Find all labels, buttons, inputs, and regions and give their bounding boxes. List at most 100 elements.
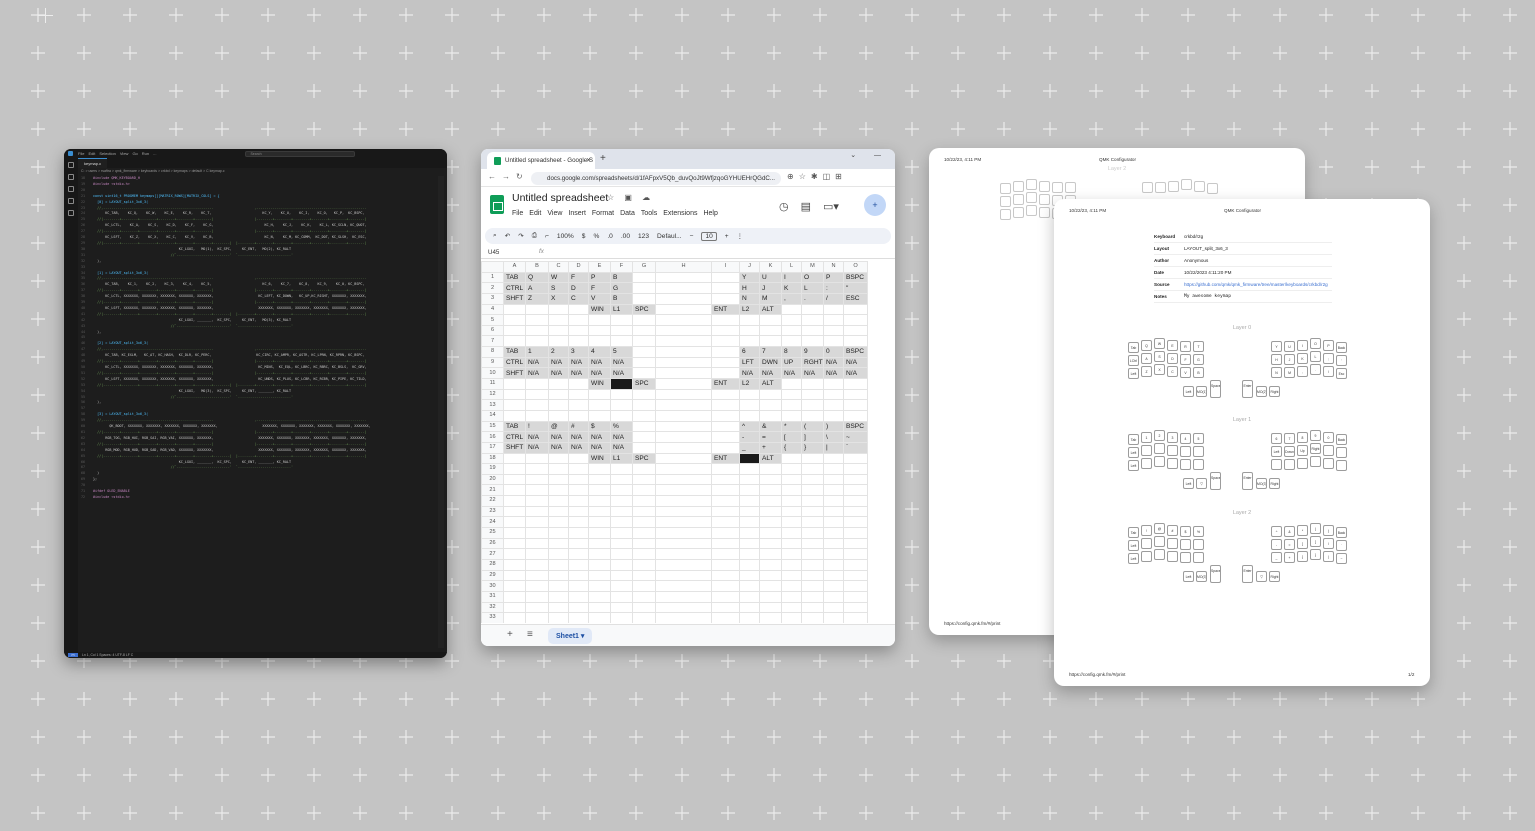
column-header[interactable]: A bbox=[503, 261, 526, 273]
grid-cell[interactable] bbox=[711, 431, 740, 443]
grid-cell[interactable] bbox=[655, 590, 712, 603]
grid-cell[interactable] bbox=[548, 558, 569, 571]
grid-cell[interactable] bbox=[739, 548, 760, 560]
grid-cell[interactable] bbox=[568, 303, 589, 316]
grid-cell[interactable] bbox=[711, 409, 740, 422]
comments-icon[interactable]: ▤ bbox=[801, 200, 811, 213]
grid-cell[interactable] bbox=[632, 335, 656, 348]
grid-cell[interactable] bbox=[525, 378, 549, 390]
grid-cell[interactable] bbox=[632, 314, 656, 326]
grid-cell[interactable]: / bbox=[823, 292, 844, 305]
grid-cell[interactable] bbox=[503, 495, 526, 507]
grid-cell[interactable] bbox=[759, 590, 782, 603]
grid-cell[interactable]: ALT bbox=[759, 303, 782, 316]
grid-cell[interactable] bbox=[823, 537, 844, 550]
grid-cell[interactable]: N/A bbox=[525, 431, 549, 443]
grid-cell[interactable]: G bbox=[610, 282, 633, 294]
grid-cell[interactable]: N/A bbox=[588, 441, 611, 454]
run-debug-icon[interactable] bbox=[68, 198, 74, 204]
grid-cell[interactable] bbox=[548, 516, 569, 528]
grid-cell[interactable] bbox=[632, 292, 656, 305]
browser-tab[interactable]: Untitled spreadsheet - Google S ✕ bbox=[487, 152, 595, 169]
row-header[interactable]: 15 bbox=[481, 420, 504, 433]
grid-cell[interactable] bbox=[568, 601, 589, 614]
grid-cell[interactable] bbox=[655, 484, 712, 497]
grid-cell[interactable]: J bbox=[759, 282, 782, 294]
sheets-menu-view[interactable]: View bbox=[547, 210, 562, 217]
percent-button[interactable]: % bbox=[593, 233, 599, 240]
extension-icons[interactable]: ⊕☆✱◫⊞ bbox=[787, 172, 847, 181]
grid-cell[interactable] bbox=[711, 420, 740, 433]
grid-cell[interactable] bbox=[632, 527, 656, 539]
font-size-decrease[interactable]: − bbox=[690, 233, 694, 240]
grid-cell[interactable]: N/A bbox=[610, 441, 633, 454]
grid-cell[interactable]: N/A bbox=[548, 441, 569, 454]
grid-cell[interactable] bbox=[588, 612, 611, 623]
grid-cell[interactable] bbox=[739, 463, 760, 475]
grid-cell[interactable] bbox=[801, 569, 824, 582]
row-header[interactable]: 4 bbox=[481, 303, 504, 316]
grid-cell[interactable]: + bbox=[759, 441, 782, 454]
grid-cell[interactable] bbox=[843, 612, 868, 623]
grid-cell[interactable] bbox=[525, 335, 549, 348]
grid-cell[interactable]: \ bbox=[823, 431, 844, 443]
grid-cell[interactable]: ESC bbox=[843, 292, 868, 305]
grid-cell[interactable] bbox=[655, 388, 712, 401]
grid-cell[interactable] bbox=[655, 601, 712, 614]
grid-cell[interactable] bbox=[655, 303, 712, 316]
grid-cell[interactable] bbox=[503, 314, 526, 326]
grid-cell[interactable]: = bbox=[759, 431, 782, 443]
grid-cell[interactable]: A bbox=[525, 282, 549, 294]
grid-cell[interactable] bbox=[525, 473, 549, 486]
grid-cell[interactable] bbox=[823, 409, 844, 422]
grid-cell[interactable] bbox=[568, 409, 589, 422]
meta-value[interactable]: https://github.com/qmk/qmk_firmware/tree… bbox=[1184, 282, 1328, 287]
grid-cell[interactable] bbox=[503, 612, 526, 623]
sheets-menu-extensions[interactable]: Extensions bbox=[663, 210, 697, 217]
grid-cell[interactable] bbox=[588, 473, 611, 486]
grid-cell[interactable]: , bbox=[781, 292, 802, 305]
grid-cell[interactable]: N/A bbox=[739, 367, 760, 380]
grid-cell[interactable] bbox=[711, 271, 740, 284]
grid-cell[interactable] bbox=[503, 580, 526, 592]
grid-cell[interactable]: K bbox=[781, 282, 802, 294]
grid-cell[interactable] bbox=[739, 590, 760, 603]
undo-icon[interactable]: ↶ bbox=[505, 232, 511, 240]
grid-cell[interactable] bbox=[801, 505, 824, 518]
row-header[interactable]: 8 bbox=[481, 346, 504, 358]
grid-cell[interactable] bbox=[759, 548, 782, 560]
grid-cell[interactable]: | bbox=[823, 441, 844, 454]
grid-cell[interactable] bbox=[588, 484, 611, 497]
grid-cell[interactable] bbox=[801, 303, 824, 316]
grid-cell[interactable] bbox=[801, 399, 824, 411]
grid-cell[interactable] bbox=[801, 452, 824, 465]
grid-cell[interactable] bbox=[610, 601, 633, 614]
grid-cell[interactable]: . bbox=[801, 292, 824, 305]
grid-cell[interactable] bbox=[843, 537, 868, 550]
grid-cell[interactable]: P bbox=[588, 271, 611, 284]
grid-cell[interactable] bbox=[759, 569, 782, 582]
minimap[interactable] bbox=[438, 176, 444, 648]
grid-cell[interactable]: SHFT bbox=[503, 441, 526, 454]
grid-cell[interactable] bbox=[568, 463, 589, 475]
grid-cell[interactable] bbox=[739, 527, 760, 539]
grid-cell[interactable] bbox=[759, 314, 782, 326]
grid-cell[interactable] bbox=[610, 558, 633, 571]
grid-cell[interactable] bbox=[588, 505, 611, 518]
grid-cell[interactable] bbox=[548, 463, 569, 475]
grid-cell[interactable] bbox=[739, 516, 760, 528]
grid-cell[interactable] bbox=[739, 537, 760, 550]
grid-cell[interactable] bbox=[711, 463, 740, 475]
grid-cell[interactable] bbox=[503, 473, 526, 486]
grid-cell[interactable] bbox=[610, 484, 633, 497]
grid-cell[interactable]: N/A bbox=[588, 367, 611, 380]
grid-cell[interactable]: " bbox=[843, 282, 868, 294]
grid-cell[interactable] bbox=[632, 420, 656, 433]
column-header[interactable]: B bbox=[525, 261, 549, 273]
grid-cell[interactable] bbox=[632, 612, 656, 623]
grid-cell[interactable] bbox=[781, 335, 802, 348]
grid-cell[interactable] bbox=[632, 590, 656, 603]
grid-cell[interactable] bbox=[632, 516, 656, 528]
grid-cell[interactable] bbox=[548, 335, 569, 348]
grid-cell[interactable]: WIN bbox=[588, 303, 611, 316]
